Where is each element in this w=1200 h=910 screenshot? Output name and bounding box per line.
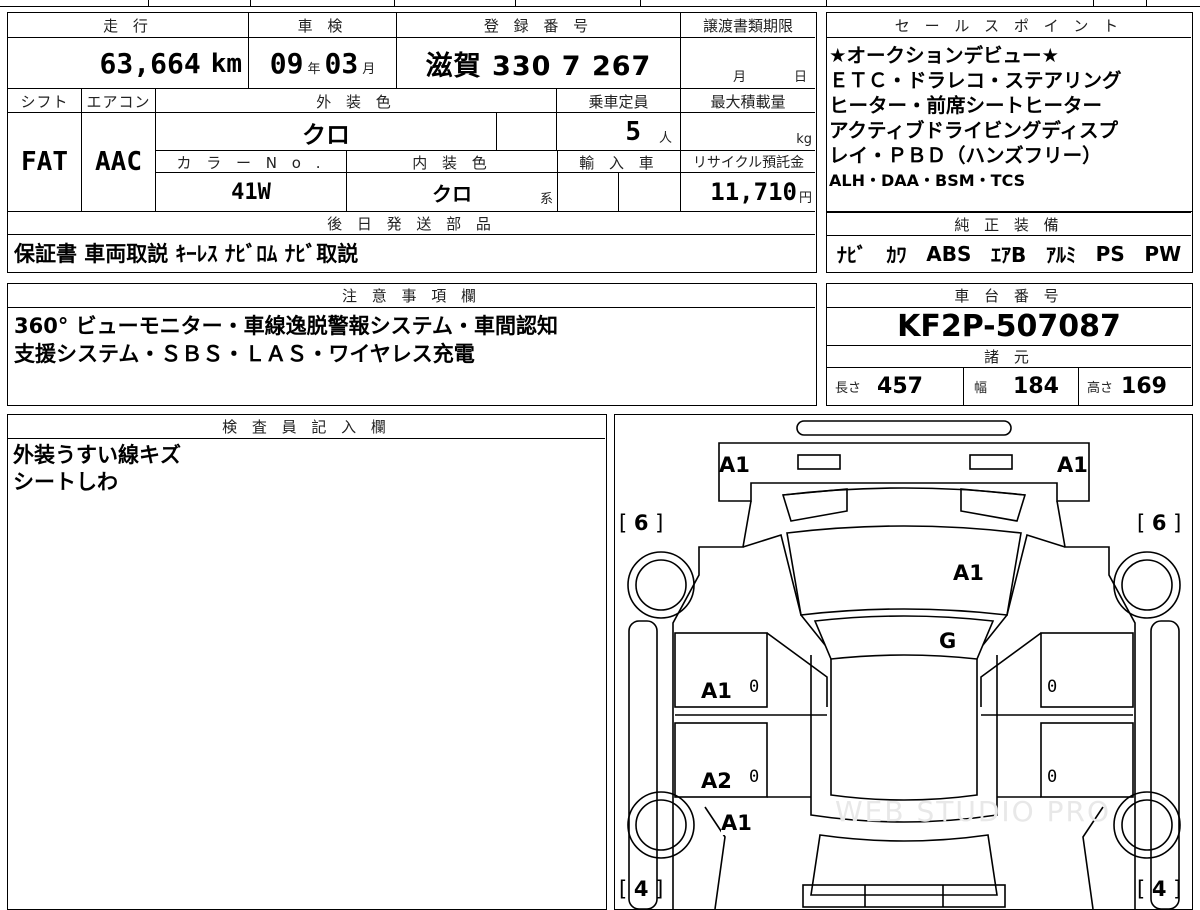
chassis-number: KF2P-507087 xyxy=(827,308,1191,346)
notes-line: 360° ビューモニター・車線逸脱警報システム・車間認知 xyxy=(14,314,559,338)
mark-door-zero: 0 xyxy=(749,677,760,697)
deadline-value: 月 日 xyxy=(680,38,815,88)
sales-points-panel: セ ー ル ス ポ イ ン ト ★オークションデビュー★ ＥＴＣ・ドラレコ・ステ… xyxy=(826,12,1193,212)
registration-header: 登 録 番 号 xyxy=(396,13,680,37)
equipment-item: ｱﾙﾐ xyxy=(1045,243,1076,267)
sales-point-line: ALH・DAA・BSM・TCS xyxy=(829,171,1026,190)
mark-door-zero: 0 xyxy=(1047,767,1058,787)
max-load-header: 最大積載量 xyxy=(680,89,815,112)
sales-point-line: ★オークションデビュー★ xyxy=(829,44,1059,67)
inspector-panel: 検 査 員 記 入 欄 外装うすい線キズ シートしわ xyxy=(7,414,607,910)
exterior-color-header: 外 装 色 xyxy=(155,89,556,112)
aircon-value: AAC xyxy=(81,113,155,211)
inspection-header: 車 検 xyxy=(248,13,396,37)
car-condition-diagram: WEB STUDIO PRO [ 6 ] [ 6 ] [ 4 ] [ 4 ] A… xyxy=(614,414,1193,910)
equipment-item: ABS xyxy=(926,241,972,266)
watermark: WEB STUDIO PRO xyxy=(835,795,1111,828)
chassis-panel: 車 台 番 号 KF2P-507087 諸 元 長さ 457 幅 184 高さ … xyxy=(826,283,1193,406)
equipment-item: ﾅﾋﾞ xyxy=(836,243,867,267)
spec-length: 長さ 457 xyxy=(835,374,923,399)
tire-rear-left: [ 4 ] xyxy=(619,877,664,901)
later-parts-header: 後 日 発 送 部 品 xyxy=(8,211,815,235)
sales-points-header: セ ー ル ス ポ イ ン ト xyxy=(827,13,1191,38)
mark-rear-door-left: A2 xyxy=(701,769,732,793)
chassis-header: 車 台 番 号 xyxy=(827,284,1191,308)
max-load-value: kg xyxy=(680,113,815,150)
mileage-header: 走 行 xyxy=(103,17,153,35)
inspector-line: 外装うすい線キズ xyxy=(13,443,181,467)
import-header: 輸 入 車 xyxy=(557,151,680,172)
top-strip xyxy=(0,0,1200,7)
interior-color-value: クロ 系 xyxy=(346,173,557,211)
equipment-item: PS xyxy=(1095,241,1125,266)
mark-hood: A1 xyxy=(953,561,984,585)
recycle-header: リサイクル預託金 xyxy=(680,151,815,172)
capacity-value: 5 人 xyxy=(625,117,672,147)
sales-point-line: ＥＴＣ・ドラレコ・ステアリング xyxy=(829,69,1122,92)
inspector-header: 検 査 員 記 入 欄 xyxy=(8,415,605,439)
later-parts-value: 保証書 車両取説 ｷｰﾚｽ ﾅﾋﾞﾛﾑ ﾅﾋﾞ取説 xyxy=(14,242,359,266)
mark-windshield: G xyxy=(939,629,957,653)
equipment-item: ｴｱB xyxy=(991,243,1027,267)
tire-front-right: [ 6 ] xyxy=(1137,511,1182,535)
shift-header: シフト xyxy=(20,92,69,111)
notes-header: 注 意 事 項 欄 xyxy=(8,284,815,308)
inspection-value: 09 年 03 月 xyxy=(248,38,396,88)
notes-panel: 注 意 事 項 欄 360° ビューモニター・車線逸脱警報システム・車間認知 支… xyxy=(7,283,817,406)
sales-point-line: レイ・ＰＢＤ（ハンズフリー） xyxy=(829,144,1102,167)
mark-front-door-left: A1 xyxy=(701,679,732,703)
mark-door-zero: 0 xyxy=(1047,677,1058,697)
mark-rear-fender-left: A1 xyxy=(721,811,752,835)
spec-height: 高さ 169 xyxy=(1087,374,1167,399)
mark-front-right: A1 xyxy=(1057,453,1088,477)
color-no-header: カ ラ ー N o . xyxy=(176,153,326,172)
aircon-header: エアコン xyxy=(81,89,155,112)
sales-point-line: ヒーター・前席シートヒーター xyxy=(829,94,1103,117)
sales-point-line: アクティブドライビングディスプ xyxy=(829,119,1118,142)
tire-rear-right: [ 4 ] xyxy=(1137,877,1182,901)
mark-door-zero: 0 xyxy=(749,767,760,787)
equipment-item: ｶﾜ xyxy=(886,243,907,267)
interior-color-header: 内 装 色 xyxy=(346,151,557,172)
capacity-header: 乗車定員 xyxy=(556,89,680,112)
recycle-value: 11,710 円 xyxy=(680,173,815,211)
equipment-item: PW xyxy=(1144,241,1182,266)
notes-line: 支援システム・ＳＢＳ・ＬＡＳ・ワイヤレス充電 xyxy=(14,342,475,366)
mileage-value: 63,664 km xyxy=(99,47,242,80)
specs-header: 諸 元 xyxy=(827,346,1191,368)
inspector-line: シートしわ xyxy=(13,470,118,494)
vehicle-info-table: 走 行 車 検 登 録 番 号 譲渡書類期限 63,664 km 09 年 03… xyxy=(7,12,817,273)
tire-front-left: [ 6 ] xyxy=(619,511,664,535)
registration-value: 滋賀 330 7 267 xyxy=(396,38,680,88)
exterior-color-value: クロ xyxy=(302,120,350,149)
equipment-panel: 純 正 装 備 ﾅﾋﾞ ｶﾜ ABS ｴｱB ｱﾙﾐ PS PW xyxy=(826,212,1193,273)
deadline-header: 譲渡書類期限 xyxy=(680,13,815,37)
color-no-value: 41W xyxy=(231,179,271,205)
equipment-header: 純 正 装 備 xyxy=(827,212,1191,236)
spec-width: 幅 184 xyxy=(974,374,1059,399)
mark-front-left: A1 xyxy=(719,453,750,477)
shift-value: FAT xyxy=(21,147,68,177)
